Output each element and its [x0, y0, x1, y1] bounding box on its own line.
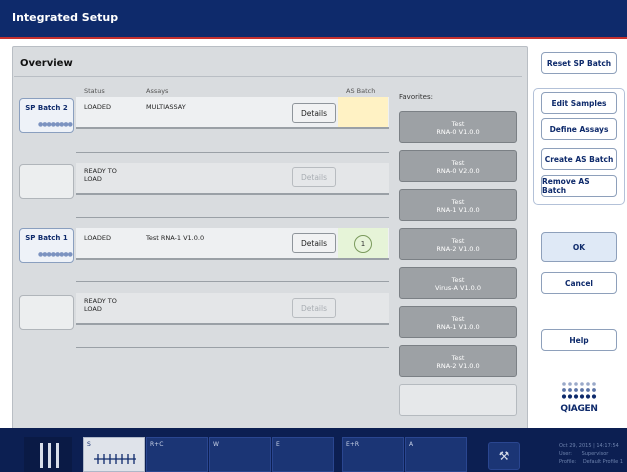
reset-sp-batch-button[interactable]: Reset SP Batch: [541, 52, 617, 74]
row-divider: [76, 217, 389, 218]
user-label: User:: [559, 451, 572, 457]
user-name: Supervisor: [581, 451, 609, 457]
sp-batch-label: SP Batch 2: [25, 104, 68, 112]
row-status: LOADED: [84, 103, 111, 111]
row-status: READY TO LOAD: [84, 167, 117, 183]
slot-a[interactable]: A: [405, 437, 467, 472]
remove-as-batch-button[interactable]: Remove AS Batch: [541, 175, 617, 197]
favorite-line1: Test: [451, 354, 465, 362]
slot-label: R+C: [150, 441, 164, 448]
details-button-disabled[interactable]: Details: [292, 167, 336, 187]
favorite-line2: RNA-0 V2.0.0: [436, 167, 480, 175]
slot-label: S: [87, 441, 91, 448]
define-assays-button[interactable]: Define Assays: [541, 118, 617, 140]
column-header-status: Status: [84, 87, 105, 95]
column-header-as-batch: AS Batch: [346, 87, 376, 95]
slot-s[interactable]: S: [83, 437, 145, 472]
profile-info: Profile: Default Profile 1: [559, 459, 623, 465]
as-batch-cell[interactable]: [338, 97, 388, 127]
favorite-assay-button[interactable]: Test RNA-2 V1.0.0: [399, 345, 517, 377]
slot-label: W: [213, 441, 219, 448]
favorite-assay-button[interactable]: Test RNA-0 V1.0.0: [399, 111, 517, 143]
row-status: READY TO LOAD: [84, 297, 117, 313]
sp-batch-label: SP Batch 1: [25, 234, 68, 242]
slot-e-r[interactable]: E+R: [342, 437, 404, 472]
favorite-assay-button[interactable]: Test Virus-A V1.0.0: [399, 267, 517, 299]
favorite-line1: Test: [451, 315, 465, 323]
column-header-assays: Assays: [146, 87, 169, 95]
slot-label: E+R: [346, 441, 359, 448]
details-button[interactable]: Details: [292, 103, 336, 123]
qiagen-dots-icon: [561, 382, 597, 399]
favorite-line2: RNA-1 V1.0.0: [436, 206, 480, 214]
favorite-assay-button[interactable]: Test RNA-1 V1.0.0: [399, 306, 517, 338]
slot-e[interactable]: E: [272, 437, 334, 472]
slot-r-c[interactable]: R+C: [146, 437, 208, 472]
as-batch-cell[interactable]: 1: [338, 228, 388, 258]
user-info: User: Supervisor: [559, 451, 608, 457]
favorite-line2: RNA-0 V1.0.0: [436, 128, 480, 136]
tools-icon[interactable]: ⚒: [488, 442, 520, 470]
slot-label: E: [276, 441, 280, 448]
sample-rack-icon: [94, 454, 136, 464]
details-button-disabled[interactable]: Details: [292, 298, 336, 318]
favorite-assay-button[interactable]: Test RNA-1 V1.0.0: [399, 189, 517, 221]
help-button[interactable]: Help: [541, 329, 617, 351]
row-status: LOADED: [84, 234, 111, 242]
favorites-label: Favorites:: [399, 93, 433, 101]
favorite-line2: RNA-1 V1.0.0: [436, 323, 480, 331]
favorite-line1: Test: [451, 159, 465, 167]
ok-button[interactable]: OK: [541, 232, 617, 262]
sp-batch-2-button[interactable]: SP Batch 2 ●●●●●●●●: [19, 98, 74, 133]
favorite-empty-slot[interactable]: [399, 384, 517, 416]
row-divider: [76, 347, 389, 348]
favorite-assay-button[interactable]: Test RNA-0 V2.0.0: [399, 150, 517, 182]
favorite-line1: Test: [451, 198, 465, 206]
profile-name: Default Profile 1: [582, 459, 624, 465]
row-divider: [76, 281, 389, 282]
qiagen-logo: QIAGEN: [558, 381, 600, 414]
as-batch-number-badge: 1: [354, 235, 372, 253]
slot-w[interactable]: W: [209, 437, 271, 472]
overview-title: Overview: [20, 58, 73, 69]
details-button[interactable]: Details: [292, 233, 336, 253]
overview-divider: [14, 76, 522, 77]
row-assay: MULTIASSAY: [146, 103, 186, 111]
cancel-button[interactable]: Cancel: [541, 272, 617, 294]
slot-label: A: [409, 441, 414, 448]
datetime: Oct 29, 2015 | 14:17:54: [559, 443, 619, 449]
favorite-line1: Test: [451, 237, 465, 245]
brand-name: QIAGEN: [560, 404, 598, 414]
favorite-line1: Test: [451, 276, 465, 284]
batch-dots-icon: ●●●●●●●●: [38, 121, 73, 128]
favorite-assay-button[interactable]: Test RNA-2 V1.0.0: [399, 228, 517, 260]
title-bar: Integrated Setup: [0, 0, 627, 37]
profile-label: Profile:: [559, 459, 577, 465]
favorite-line1: Test: [451, 120, 465, 128]
favorite-line2: Virus-A V1.0.0: [435, 284, 481, 292]
create-as-batch-button[interactable]: Create AS Batch: [541, 148, 617, 170]
favorite-line2: RNA-2 V1.0.0: [436, 362, 480, 370]
empty-batch-slot-button[interactable]: [19, 295, 74, 330]
row-divider: [76, 152, 389, 153]
edit-samples-button[interactable]: Edit Samples: [541, 92, 617, 114]
row-assay: Test RNA-1 V1.0.0: [146, 234, 205, 242]
window-title: Integrated Setup: [12, 11, 119, 24]
instrument-icon[interactable]: [24, 437, 72, 472]
batch-dots-icon: ●●●●●●●●: [38, 251, 73, 258]
empty-batch-slot-button[interactable]: [19, 164, 74, 199]
sp-batch-1-button[interactable]: SP Batch 1 ●●●●●●●●: [19, 228, 74, 263]
favorite-line2: RNA-2 V1.0.0: [436, 245, 480, 253]
